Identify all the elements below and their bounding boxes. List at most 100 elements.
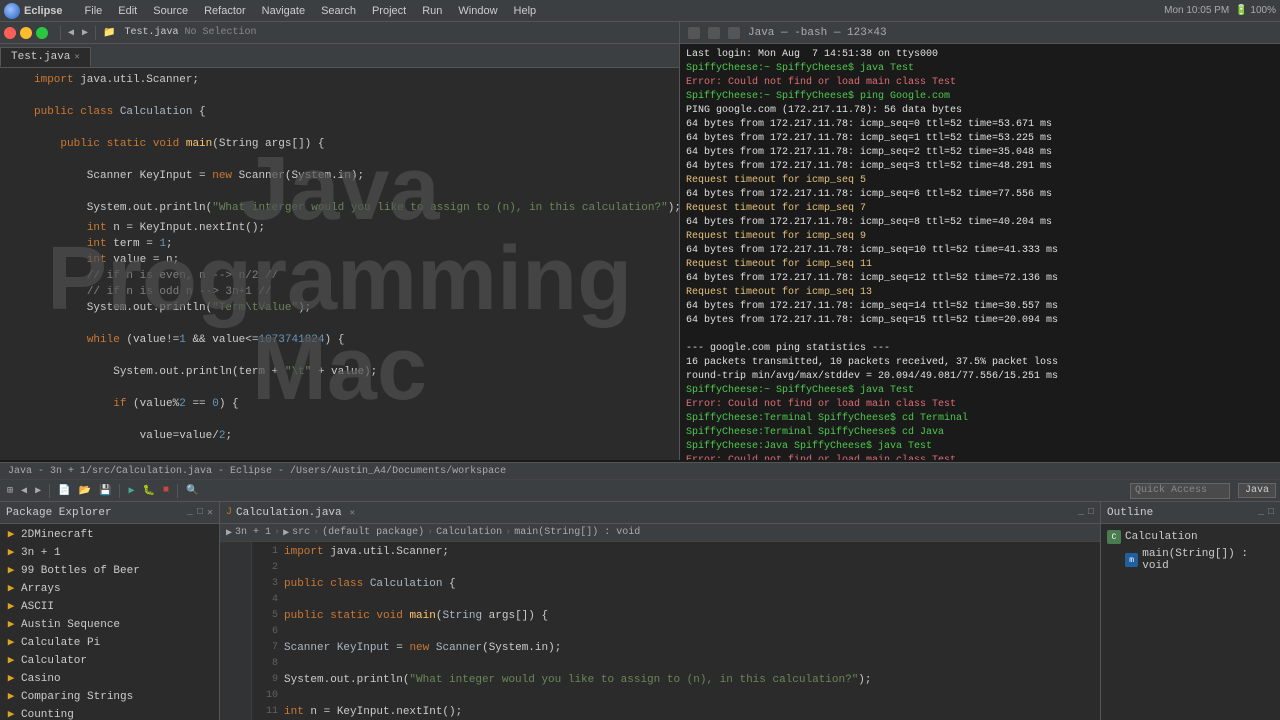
pe-item-ascii[interactable]: ▶ ASCII <box>0 598 219 616</box>
toolbar-icon-3[interactable]: ▶ <box>32 484 44 498</box>
code-line: int n = KeyInput.nextInt(); <box>0 220 679 236</box>
run-button[interactable]: ▶ <box>125 484 137 498</box>
search-icon[interactable]: 🔍 <box>183 484 201 498</box>
be-line-num: 6 <box>256 624 284 640</box>
term-btn-2[interactable] <box>708 27 720 39</box>
folder-icon: ▶ <box>4 564 18 578</box>
be-code-area[interactable]: 1 import java.util.Scanner; 2 3 public c… <box>220 542 1100 720</box>
code-line <box>0 348 679 364</box>
toolbar-separator-2 <box>95 26 96 40</box>
menu-project[interactable]: Project <box>364 3 414 19</box>
be-line-content <box>284 656 291 672</box>
be-line-num: 8 <box>256 656 284 672</box>
toolbar-icon-1[interactable]: ⊞ <box>4 484 16 498</box>
class-icon: C <box>1107 530 1121 544</box>
line-content: System.out.println(term + "\t" + value); <box>30 364 679 380</box>
back-button[interactable]: ◀ <box>65 26 77 40</box>
pe-maximize-button[interactable]: □ <box>197 507 203 518</box>
navigator-icon: 📁 <box>100 26 118 40</box>
op-item-label: main(String[]) : void <box>1142 548 1274 572</box>
be-header: J Calculation.java ✕ _ □ <box>220 502 1100 524</box>
code-line <box>0 88 679 104</box>
quick-access-input[interactable]: Quick Access <box>1130 483 1230 499</box>
menu-refactor[interactable]: Refactor <box>196 3 254 19</box>
be-tab-close[interactable]: ✕ <box>350 508 355 518</box>
menu-run[interactable]: Run <box>414 3 450 19</box>
op-item-main[interactable]: m main(String[]) : void <box>1107 546 1274 574</box>
line-num <box>0 200 30 216</box>
pe-item-counting[interactable]: ▶ Counting <box>0 706 219 720</box>
term-btn-3[interactable] <box>728 27 740 39</box>
pe-item-comparing-strings[interactable]: ▶ Comparing Strings <box>0 688 219 706</box>
pe-close-button[interactable]: ✕ <box>207 507 213 519</box>
pe-minimize-button[interactable]: _ <box>187 507 193 518</box>
bc-expand-icon[interactable]: ▶ <box>226 527 232 539</box>
top-half: ◀ ▶ 📁 Test.java No Selection Test.java ✕… <box>0 22 1280 462</box>
menu-file[interactable]: File <box>77 3 111 19</box>
code-line: // if n is odd n --> 3n+1 // <box>0 284 679 300</box>
be-minimize-btn[interactable]: _ <box>1078 507 1084 518</box>
menu-window[interactable]: Window <box>450 3 505 19</box>
editor-tabs: Test.java ✕ <box>0 44 679 68</box>
stop-button[interactable]: ■ <box>160 484 172 497</box>
pe-item-austin-sequence[interactable]: ▶ Austin Sequence <box>0 616 219 634</box>
bc-src: src <box>292 527 310 538</box>
save-button[interactable]: 💾 <box>96 484 114 498</box>
menu-edit[interactable]: Edit <box>110 3 145 19</box>
term-line: SpiffyCheese:~ SpiffyCheese$ java Test <box>686 62 1274 76</box>
forward-button[interactable]: ▶ <box>79 26 91 40</box>
pe-item-99bottles[interactable]: ▶ 99 Bottles of Beer <box>0 562 219 580</box>
test-java-tab[interactable]: Test.java ✕ <box>0 47 91 67</box>
terminal-content[interactable]: Last login: Mon Aug 7 14:51:38 on ttys00… <box>680 44 1280 460</box>
line-content <box>30 152 679 168</box>
pe-item-3n1[interactable]: ▶ 3n + 1 <box>0 544 219 562</box>
op-minimize-btn[interactable]: _ <box>1258 507 1264 518</box>
menu-help[interactable]: Help <box>506 3 545 19</box>
tab-close-button[interactable]: ✕ <box>74 52 79 62</box>
menu-search[interactable]: Search <box>313 3 364 19</box>
be-code-line: 9 System.out.println("What integer would… <box>256 672 1096 688</box>
new-file-button[interactable]: 📄 <box>55 484 73 498</box>
term-line: 64 bytes from 172.217.11.78: icmp_seq=6 … <box>686 188 1274 202</box>
bc-expand-2[interactable]: ▶ <box>283 527 289 539</box>
be-line-content: public class Calculation { <box>284 576 456 592</box>
app-name: Eclipse <box>24 5 63 17</box>
pe-item-casino[interactable]: ▶ Casino <box>0 670 219 688</box>
be-line-num: 10 <box>256 688 284 704</box>
top-code-area[interactable]: import java.util.Scanner; public class C… <box>0 68 679 460</box>
toolbar-icon-2[interactable]: ◀ <box>18 484 30 498</box>
be-line-content <box>284 624 291 640</box>
traffic-lights <box>4 27 48 39</box>
line-num <box>0 428 30 444</box>
pe-item-calculate-pi[interactable]: ▶ Calculate Pi <box>0 634 219 652</box>
bc-file: Calculation <box>436 527 502 538</box>
term-btn-1[interactable] <box>688 27 700 39</box>
pe-item-arrays[interactable]: ▶ Arrays <box>0 580 219 598</box>
time-display: Mon 10:05 PM <box>1164 5 1229 16</box>
maximize-window-button[interactable] <box>36 27 48 39</box>
term-line: round-trip min/avg/max/stddev = 20.094/4… <box>686 370 1274 384</box>
pe-item-calculator[interactable]: ▶ Calculator <box>0 652 219 670</box>
pe-item-2dminecraft[interactable]: ▶ 2DMinecraft <box>0 526 219 544</box>
op-item-calculation[interactable]: C Calculation <box>1107 528 1274 546</box>
be-maximize-btn[interactable]: □ <box>1088 507 1094 518</box>
pe-item-label: Calculator <box>21 652 87 670</box>
op-maximize-btn[interactable]: □ <box>1268 507 1274 518</box>
minimize-window-button[interactable] <box>20 27 32 39</box>
line-content <box>30 412 679 428</box>
term-line: 64 bytes from 172.217.11.78: icmp_seq=3 … <box>686 160 1274 174</box>
line-num <box>0 120 30 136</box>
open-button[interactable]: 📂 <box>76 484 94 498</box>
line-content: public static void main(String args[]) { <box>30 136 679 152</box>
debug-button[interactable]: 🐛 <box>139 484 157 498</box>
code-line: // if n is even, n --> n/2 // <box>0 268 679 284</box>
java-perspective-button[interactable]: Java <box>1238 483 1276 498</box>
close-window-button[interactable] <box>4 27 16 39</box>
pe-item-label: Counting <box>21 706 74 720</box>
menu-source[interactable]: Source <box>145 3 196 19</box>
be-breadcrumb: ▶ 3n + 1 › ▶ src › (default package) › C… <box>220 524 1100 542</box>
bottom-toolbar: ⊞ ◀ ▶ 📄 📂 💾 ▶ 🐛 ■ 🔍 Quick Access Java <box>0 480 1280 502</box>
toolbar-sep-2 <box>119 484 120 498</box>
folder-icon: ▶ <box>4 618 18 632</box>
menu-navigate[interactable]: Navigate <box>254 3 313 19</box>
